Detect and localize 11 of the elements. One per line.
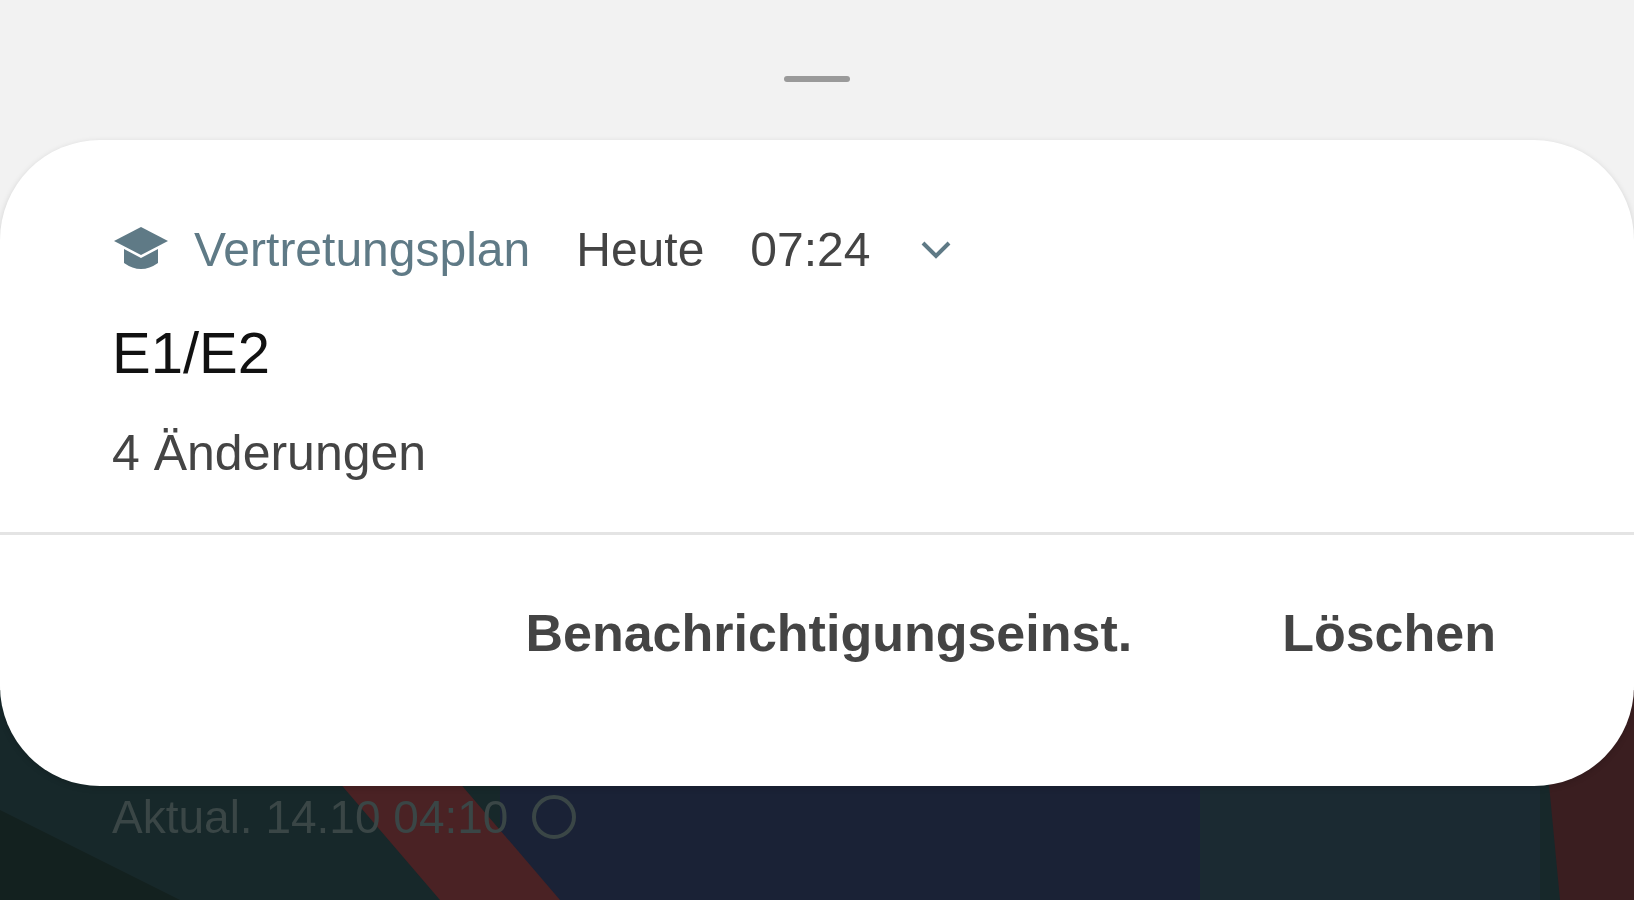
chevron-icon xyxy=(920,239,953,260)
action-button[interactable]: Benachrichtigungseinst. xyxy=(525,603,1133,663)
notification-text: 4 Änderungen xyxy=(111,424,428,482)
notification-time: 07:24 xyxy=(750,222,871,277)
drag-handle[interactable] xyxy=(784,76,850,82)
app-name: Vertretungsplan xyxy=(194,222,531,277)
notification-title: E1/E2 xyxy=(111,319,271,386)
notification-day: Heute xyxy=(576,222,705,277)
notification-card[interactable]: Vertretungsplan Heute 07:24 E1/E2 4 Änderungen Benachrichtigungseinst. Löschen xyxy=(0,140,1634,786)
action-button[interactable]: Löschen xyxy=(1282,603,1496,663)
refresh-icon xyxy=(532,795,577,839)
